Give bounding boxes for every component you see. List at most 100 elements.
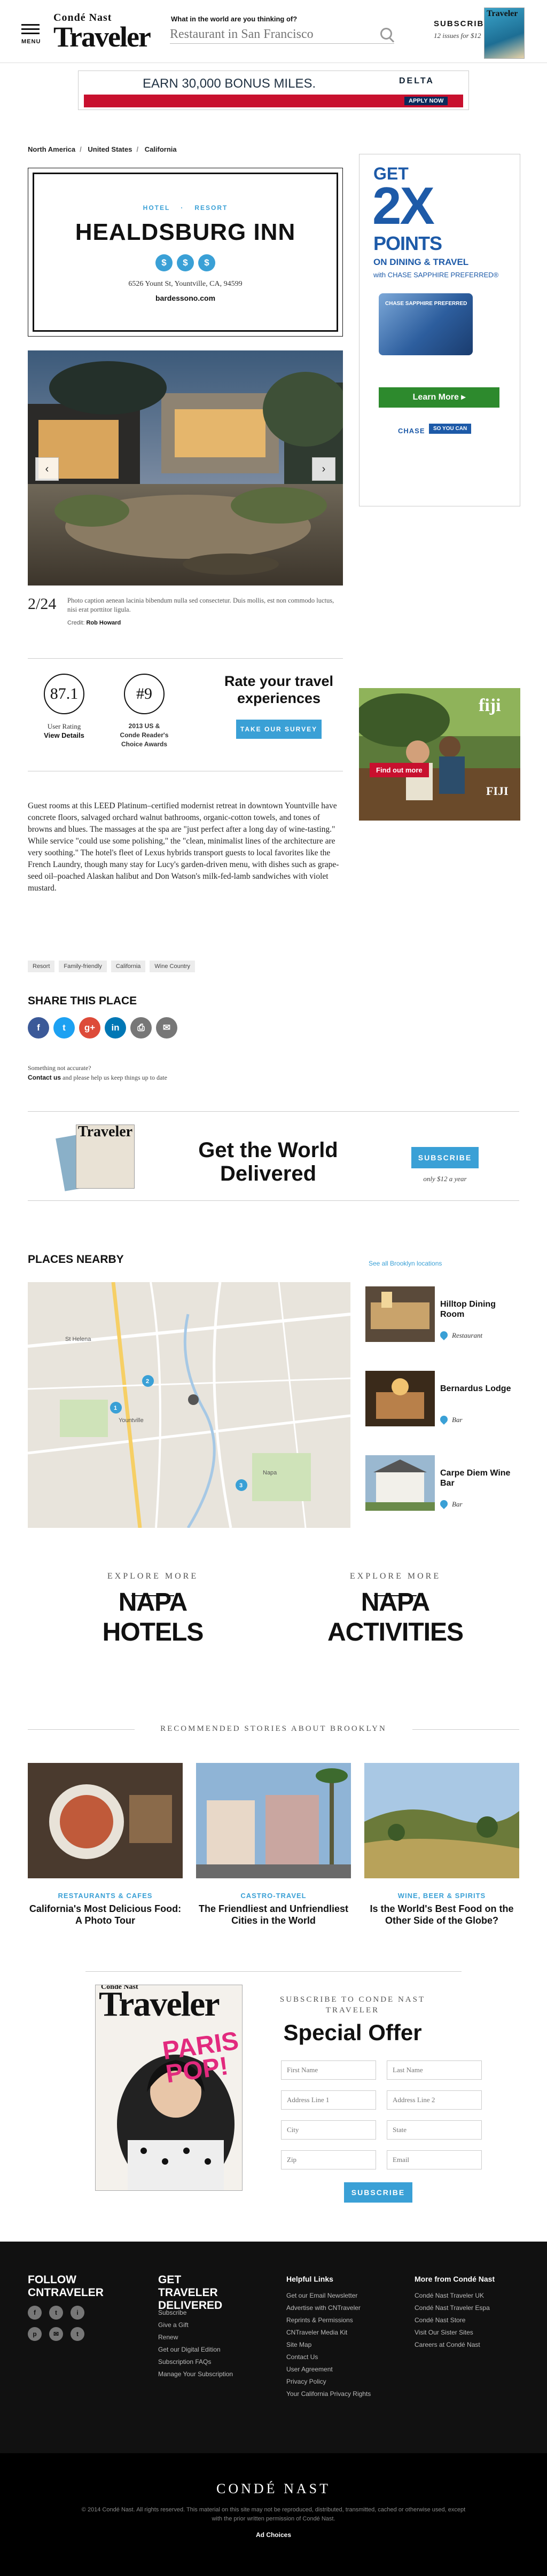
- footer-link[interactable]: Give a Gift: [158, 2319, 233, 2331]
- explore-activities[interactable]: EXPLORE MORE NAPA ACTIVITIES: [315, 1572, 475, 1648]
- footer-link[interactable]: Condé Nast Store: [415, 2314, 490, 2327]
- tag-chip[interactable]: California: [111, 961, 146, 972]
- menu-label[interactable]: MENU: [21, 38, 41, 45]
- footer-link[interactable]: Privacy Policy: [286, 2376, 371, 2388]
- header-subscribe[interactable]: SUBSCRIBE 12 issues for $12: [434, 19, 490, 40]
- state-field[interactable]: [387, 2120, 482, 2140]
- footer-link[interactable]: Subscribe: [158, 2307, 233, 2319]
- explore-title[interactable]: NAPA ACTIVITIES: [315, 1588, 475, 1648]
- fiji-ad[interactable]: fiji Find out more FIJI: [359, 688, 520, 821]
- first-name-field[interactable]: [281, 2060, 376, 2080]
- map[interactable]: Yountville Napa St Helena 1 2 3: [28, 1282, 350, 1528]
- story-category[interactable]: RESTAURANTS & CAFES: [28, 1892, 183, 1900]
- take-survey-button[interactable]: TAKE OUR SURVEY: [236, 720, 322, 739]
- footer-link[interactable]: CNTraveler Media Kit: [286, 2327, 371, 2339]
- breadcrumb-item[interactable]: United States: [88, 145, 132, 153]
- report-text: Contact us and please help us keep thing…: [28, 1074, 167, 1081]
- nearby-name[interactable]: Hilltop Dining Room: [440, 1299, 520, 1320]
- share-buttons: f t g+ in ⎙ ✉: [28, 1017, 182, 1039]
- ad-choices-link[interactable]: Ad Choices: [0, 2531, 547, 2539]
- footer-link[interactable]: Your California Privacy Rights: [286, 2388, 371, 2400]
- nearby-name[interactable]: Carpe Diem Wine Bar: [440, 1468, 520, 1488]
- facebook-icon[interactable]: f: [28, 1017, 49, 1039]
- photo-gallery[interactable]: ‹ ›: [28, 350, 343, 586]
- tumblr-icon[interactable]: t: [71, 2327, 84, 2341]
- recommended-story[interactable]: WINE, BEER & SPIRITS Is the World's Best…: [364, 1763, 519, 1926]
- nearby-item[interactable]: Bernardus Lodge Bar: [365, 1371, 520, 1426]
- chase-learn-more-button[interactable]: Learn More ▸: [379, 387, 499, 408]
- breadcrumb-separator: /: [80, 145, 82, 153]
- recommended-story[interactable]: RESTAURANTS & CAFES California's Most De…: [28, 1763, 183, 1926]
- story-category[interactable]: CASTRO-TRAVEL: [196, 1892, 351, 1900]
- follow-heading: FOLLOW CNTRAVELER: [28, 2274, 104, 2299]
- footer-link[interactable]: Visit Our Sister Sites: [415, 2327, 490, 2339]
- subscribe-label[interactable]: SUBSCRIBE: [434, 19, 490, 28]
- twitter-icon[interactable]: t: [49, 2306, 63, 2320]
- twitter-icon[interactable]: t: [53, 1017, 75, 1039]
- last-name-field[interactable]: [387, 2060, 482, 2080]
- tag-chip[interactable]: Family-friendly: [59, 961, 107, 972]
- tag-chip[interactable]: Wine Country: [150, 961, 196, 972]
- email-icon[interactable]: ✉: [156, 1017, 177, 1039]
- email-icon[interactable]: ✉: [49, 2327, 63, 2341]
- email-field[interactable]: [387, 2150, 482, 2169]
- search-input[interactable]: [170, 26, 394, 44]
- subscribe-button[interactable]: SUBSCRIBE: [411, 1147, 479, 1168]
- pinterest-icon[interactable]: p: [28, 2327, 42, 2341]
- footer-link[interactable]: User Agreement: [286, 2363, 371, 2376]
- nearby-item[interactable]: Hilltop Dining Room Restaurant: [365, 1286, 520, 1342]
- footer-link[interactable]: Careers at Condé Nast: [415, 2339, 490, 2351]
- footer-link[interactable]: Renew: [158, 2331, 233, 2344]
- city-field[interactable]: [281, 2120, 376, 2140]
- breadcrumb-item[interactable]: North America: [28, 145, 75, 153]
- gallery-prev-button[interactable]: ‹: [35, 457, 59, 481]
- print-icon[interactable]: ⎙: [130, 1017, 152, 1039]
- hotel-website-link[interactable]: bardessono.com: [34, 294, 337, 302]
- footer-link[interactable]: Get our Email Newsletter: [286, 2290, 371, 2302]
- see-all-locations-link[interactable]: See all Brooklyn locations: [369, 1260, 442, 1267]
- linkedin-icon[interactable]: in: [105, 1017, 126, 1039]
- fiji-find-out-button[interactable]: Find out more: [370, 763, 429, 777]
- footer-link[interactable]: Manage Your Subscription: [158, 2368, 233, 2380]
- magazine-cover-thumb[interactable]: Traveler: [484, 7, 525, 59]
- instagram-icon[interactable]: i: [71, 2306, 84, 2320]
- banner-ad[interactable]: EARN 30,000 BONUS MILES. DELTA APPLY NOW: [78, 71, 469, 110]
- footer-link[interactable]: Condé Nast Traveler Espa: [415, 2302, 490, 2314]
- nearby-item[interactable]: Carpe Diem Wine Bar Bar: [365, 1455, 520, 1511]
- conde-nast-logo[interactable]: CONDÉ NAST: [0, 2481, 547, 2497]
- story-category[interactable]: WINE, BEER & SPIRITS: [364, 1892, 519, 1900]
- address-line1-field[interactable]: [281, 2090, 376, 2110]
- explore-hotels[interactable]: EXPLORE MORE NAPA HOTELS: [73, 1572, 233, 1648]
- offer-subscribe-button[interactable]: SUBSCRIBE: [344, 2182, 412, 2203]
- contact-us-link[interactable]: Contact us: [28, 1074, 61, 1081]
- search-icon[interactable]: [380, 28, 392, 40]
- story-title[interactable]: California's Most Delicious Food: A Phot…: [28, 1903, 183, 1926]
- google-plus-icon[interactable]: g+: [79, 1017, 100, 1039]
- menu-icon[interactable]: [21, 21, 40, 37]
- explore-title[interactable]: NAPA HOTELS: [73, 1588, 233, 1648]
- view-details-link[interactable]: View Details: [44, 731, 84, 739]
- explore-label: EXPLORE MORE: [349, 1572, 441, 1581]
- story-title[interactable]: Is the World's Best Food on the Other Si…: [364, 1903, 519, 1926]
- tag-chip[interactable]: Resort: [28, 961, 55, 972]
- banner-apply-button[interactable]: APPLY NOW: [404, 97, 448, 105]
- address-line2-field[interactable]: [387, 2090, 482, 2110]
- footer-link[interactable]: Condé Nast Traveler UK: [415, 2290, 490, 2302]
- story-title[interactable]: The Friendliest and Unfriendliest Cities…: [196, 1903, 351, 1926]
- footer-link[interactable]: Reprints & Permissions: [286, 2314, 371, 2327]
- subscribe-strip: Traveler Get the World Delivered SUBSCRI…: [28, 1111, 519, 1201]
- chase-ad[interactable]: GET 2X POINTS ON DINING & TRAVEL with CH…: [359, 154, 520, 506]
- footer-link[interactable]: Get our Digital Edition: [158, 2344, 233, 2356]
- footer-link[interactable]: Site Map: [286, 2339, 371, 2351]
- magazine-stack-image[interactable]: Traveler: [56, 1122, 140, 1191]
- footer-link[interactable]: Contact Us: [286, 2351, 371, 2363]
- breadcrumb-item[interactable]: California: [145, 145, 177, 153]
- facebook-icon[interactable]: f: [28, 2306, 42, 2320]
- nearby-name[interactable]: Bernardus Lodge: [440, 1384, 520, 1394]
- gallery-next-button[interactable]: ›: [312, 457, 335, 481]
- footer-link[interactable]: Subscription FAQs: [158, 2356, 233, 2368]
- recommended-story[interactable]: CASTRO-TRAVEL The Friendliest and Unfrie…: [196, 1763, 351, 1926]
- zip-field[interactable]: [281, 2150, 376, 2169]
- footer-link[interactable]: Advertise with CNTraveler: [286, 2302, 371, 2314]
- site-logo[interactable]: Condé Nast Traveler: [53, 12, 151, 51]
